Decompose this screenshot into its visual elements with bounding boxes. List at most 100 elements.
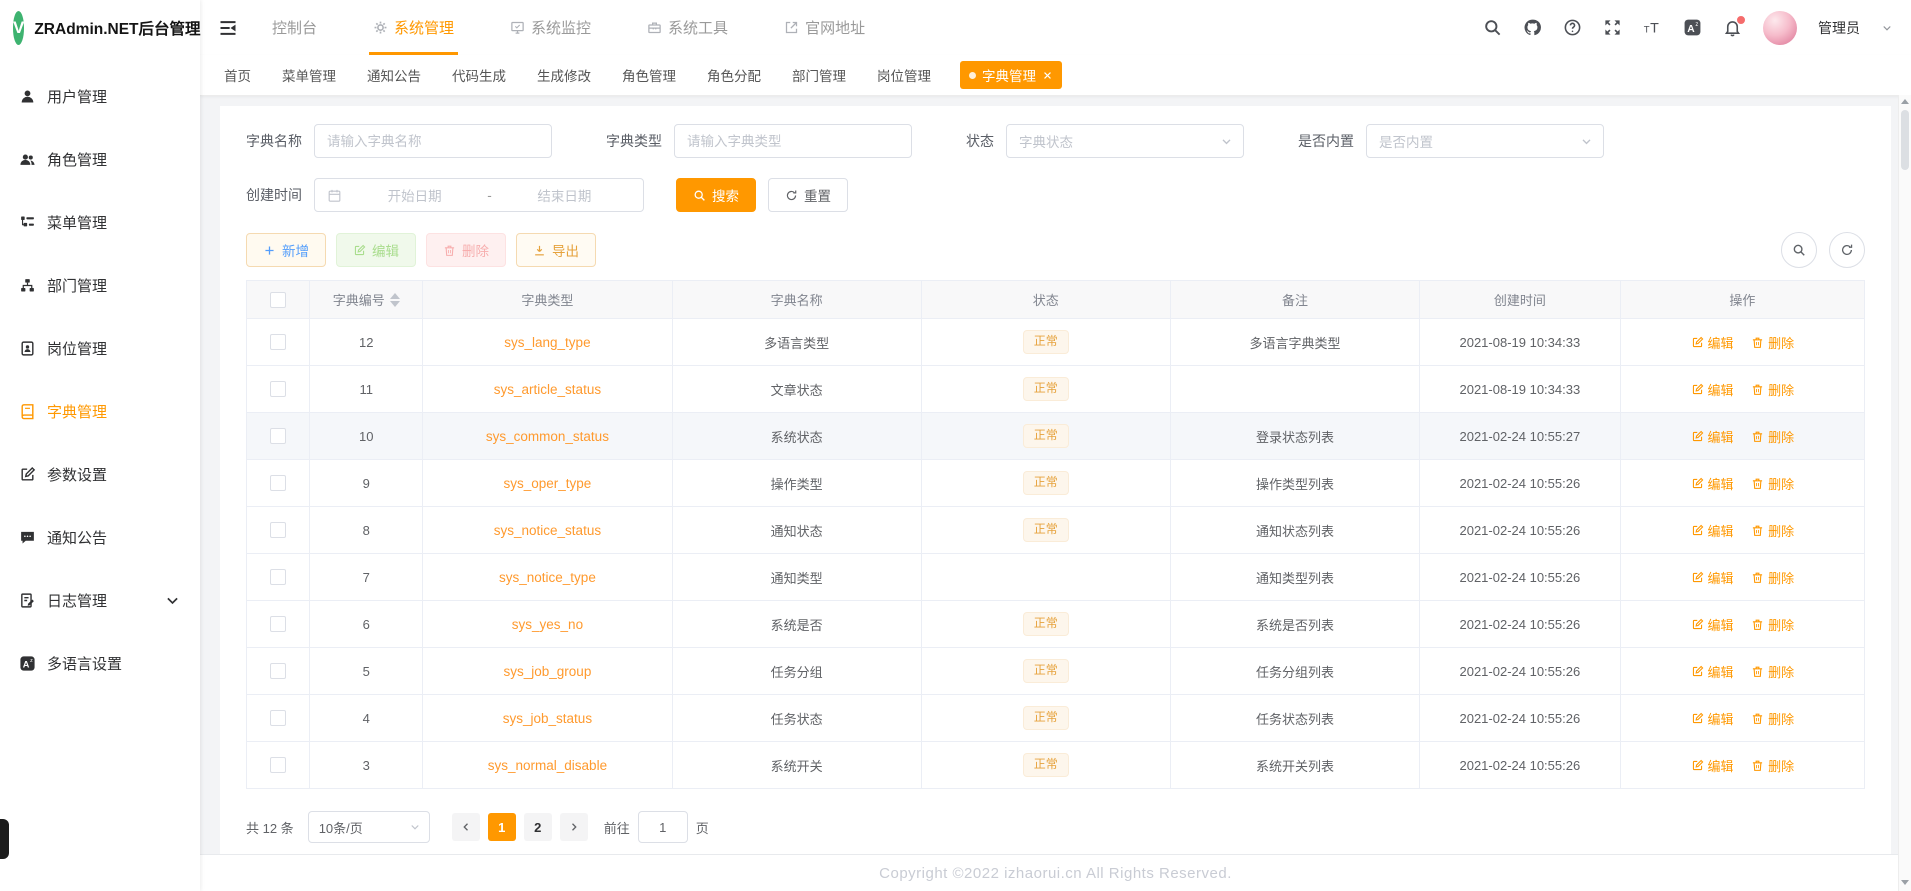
search-icon[interactable]: [1483, 18, 1502, 37]
row-delete-button[interactable]: 删除: [1751, 380, 1794, 399]
chevron-down-icon[interactable]: [1881, 22, 1893, 34]
row-delete-button[interactable]: 删除: [1751, 709, 1794, 728]
scroll-up-arrow[interactable]: [1901, 99, 1909, 104]
menu-fold-icon[interactable]: [218, 18, 238, 38]
row-edit-button[interactable]: 编辑: [1691, 662, 1734, 681]
prev-page-button[interactable]: [451, 813, 480, 841]
dict-type-link[interactable]: sys_job_status: [503, 711, 592, 726]
scrollbar-thumb[interactable]: [1901, 110, 1909, 170]
page-tab[interactable]: 字典管理: [960, 61, 1062, 89]
sidebar-item[interactable]: 字典管理: [0, 380, 200, 443]
topnav-item[interactable]: 系统工具: [643, 0, 732, 55]
page-number-button[interactable]: 2: [523, 813, 552, 841]
language-icon[interactable]: Az: [1683, 18, 1702, 37]
fullscreen-icon[interactable]: [1603, 18, 1622, 37]
topnav-item[interactable]: 系统监控: [506, 0, 595, 55]
row-delete-button[interactable]: 删除: [1751, 662, 1794, 681]
question-icon[interactable]: [1563, 18, 1582, 37]
page-number-button[interactable]: 1: [487, 813, 516, 841]
reset-button[interactable]: 重置: [768, 178, 848, 212]
page-tab[interactable]: 菜单管理: [280, 61, 338, 89]
row-checkbox[interactable]: [270, 522, 287, 539]
dict-type-link[interactable]: sys_lang_type: [504, 335, 590, 350]
row-checkbox[interactable]: [270, 428, 287, 445]
scroll-down-arrow[interactable]: [1901, 880, 1909, 885]
dict-type-link[interactable]: sys_job_group: [504, 664, 592, 679]
row-edit-button[interactable]: 编辑: [1691, 333, 1734, 352]
dict-type-link[interactable]: sys_yes_no: [512, 617, 583, 632]
sidebar-scrollbar-thumb[interactable]: [0, 819, 9, 859]
dict-type-link[interactable]: sys_notice_type: [499, 570, 596, 585]
row-delete-button[interactable]: 删除: [1751, 568, 1794, 587]
github-icon[interactable]: [1523, 18, 1542, 37]
refresh-table-button[interactable]: [1829, 232, 1865, 268]
row-edit-button[interactable]: 编辑: [1691, 427, 1734, 446]
builtin-select[interactable]: 是否内置: [1366, 124, 1604, 158]
topnav-item[interactable]: 官网地址: [780, 0, 869, 55]
topnav-item[interactable]: 系统管理: [369, 0, 459, 55]
bell-icon[interactable]: [1723, 15, 1746, 37]
dict-type-link[interactable]: sys_common_status: [486, 429, 609, 444]
sidebar-item[interactable]: 用户管理: [0, 65, 200, 128]
select-all-checkbox[interactable]: [270, 291, 287, 308]
page-tab[interactable]: 角色分配: [705, 61, 763, 89]
export-button[interactable]: 导出: [516, 233, 596, 267]
goto-page-input[interactable]: [637, 811, 688, 843]
row-delete-button[interactable]: 删除: [1751, 333, 1794, 352]
sidebar-item[interactable]: 角色管理: [0, 128, 200, 191]
toggle-search-button[interactable]: [1781, 232, 1817, 268]
dict-type-link[interactable]: sys_normal_disable: [488, 758, 607, 773]
row-checkbox[interactable]: [270, 616, 287, 633]
font-size-icon[interactable]: TT: [1643, 18, 1662, 37]
row-checkbox[interactable]: [270, 710, 287, 727]
page-size-select[interactable]: 10条/页: [307, 811, 430, 843]
end-date-placeholder[interactable]: 结束日期: [498, 185, 631, 205]
user-name[interactable]: 管理员: [1818, 18, 1860, 38]
delete-button[interactable]: 删除: [426, 233, 506, 267]
dict-type-link[interactable]: sys_article_status: [494, 382, 601, 397]
row-delete-button[interactable]: 删除: [1751, 427, 1794, 446]
topnav-item[interactable]: 控制台: [268, 0, 321, 55]
edit-button[interactable]: 编辑: [336, 233, 416, 267]
page-tab[interactable]: 生成修改: [535, 61, 593, 89]
page-tab[interactable]: 首页: [222, 61, 253, 89]
brand[interactable]: V ZRAdmin.NET后台管理: [0, 0, 201, 55]
row-edit-button[interactable]: 编辑: [1691, 380, 1734, 399]
next-page-button[interactable]: [559, 813, 588, 841]
search-button[interactable]: 搜索: [676, 178, 756, 212]
row-checkbox[interactable]: [270, 757, 287, 774]
page-tab[interactable]: 部门管理: [790, 61, 848, 89]
status-select[interactable]: 字典状态: [1006, 124, 1244, 158]
row-edit-button[interactable]: 编辑: [1691, 709, 1734, 728]
sort-toggle[interactable]: [389, 292, 400, 307]
row-checkbox[interactable]: [270, 334, 287, 351]
row-edit-button[interactable]: 编辑: [1691, 521, 1734, 540]
close-icon[interactable]: [1042, 70, 1053, 81]
page-tab[interactable]: 角色管理: [620, 61, 678, 89]
row-edit-button[interactable]: 编辑: [1691, 474, 1734, 493]
row-delete-button[interactable]: 删除: [1751, 474, 1794, 493]
sidebar-item[interactable]: 岗位管理: [0, 317, 200, 380]
start-date-placeholder[interactable]: 开始日期: [348, 185, 481, 205]
row-checkbox[interactable]: [270, 569, 287, 586]
add-button[interactable]: 新增: [246, 233, 326, 267]
row-delete-button[interactable]: 删除: [1751, 521, 1794, 540]
dict-name-input[interactable]: [314, 124, 552, 158]
avatar[interactable]: [1763, 10, 1797, 45]
sidebar-item[interactable]: Az 多语言设置: [0, 632, 200, 695]
dict-type-input[interactable]: [674, 124, 912, 158]
page-tab[interactable]: 代码生成: [450, 61, 508, 89]
row-checkbox[interactable]: [270, 475, 287, 492]
sidebar-item[interactable]: 通知公告: [0, 506, 200, 569]
page-tab[interactable]: 通知公告: [365, 61, 423, 89]
row-edit-button[interactable]: 编辑: [1691, 568, 1734, 587]
sidebar-item[interactable]: 日志管理: [0, 569, 200, 632]
row-checkbox[interactable]: [270, 381, 287, 398]
row-delete-button[interactable]: 删除: [1751, 756, 1794, 775]
date-range-picker[interactable]: 开始日期 - 结束日期: [314, 178, 644, 212]
sidebar-item[interactable]: 部门管理: [0, 254, 200, 317]
sidebar-item[interactable]: 参数设置: [0, 443, 200, 506]
sidebar-item[interactable]: 菜单管理: [0, 191, 200, 254]
row-delete-button[interactable]: 删除: [1751, 615, 1794, 634]
page-tab[interactable]: 岗位管理: [875, 61, 933, 89]
